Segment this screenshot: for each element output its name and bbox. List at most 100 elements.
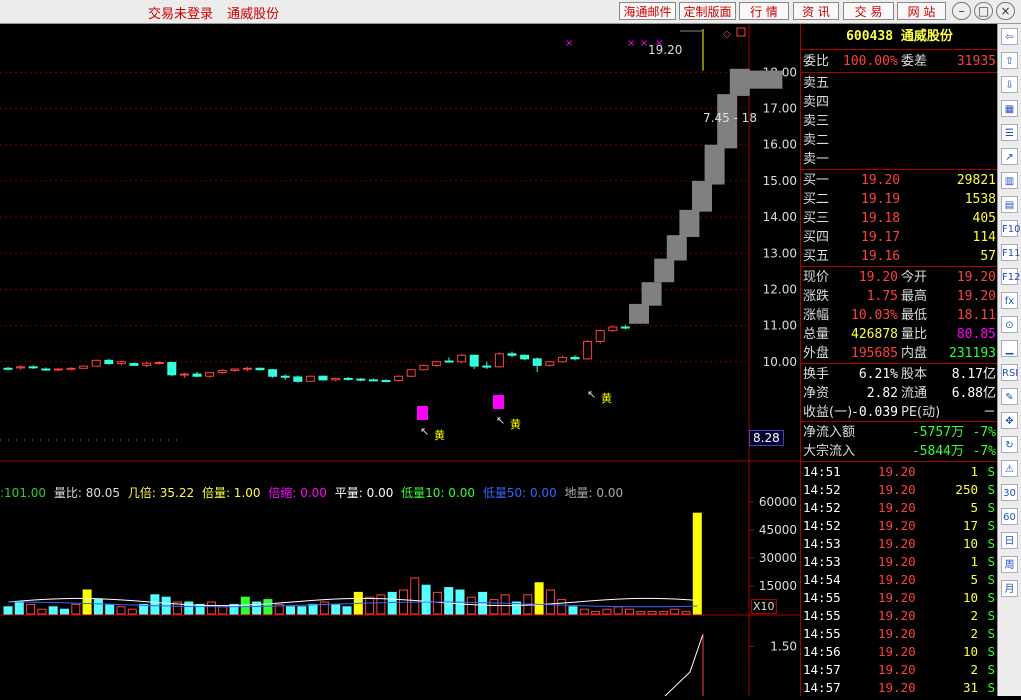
fundamental-label: 流通 — [901, 384, 927, 403]
sell-label: 卖四 — [803, 93, 829, 112]
day-icon[interactable]: 日 — [1001, 532, 1018, 549]
ind-value-6: 低量10: 0.00 — [401, 486, 475, 500]
search-icon[interactable]: ⊙ — [1001, 316, 1018, 333]
chart-icon[interactable]: ▁ — [1001, 340, 1018, 357]
fx-icon[interactable]: fx — [1001, 292, 1018, 309]
price-tick-label: 17.00 — [763, 102, 797, 116]
f11-icon[interactable]: F11 — [1001, 244, 1018, 261]
signal-label: 黄 — [601, 391, 612, 405]
candle-body — [596, 331, 604, 342]
market-button[interactable]: 行 情 — [739, 2, 789, 20]
fundamental-label: 收益(一) — [803, 403, 852, 422]
stat-label: 总量 — [803, 325, 829, 344]
restore-icon[interactable]: □ — [974, 2, 993, 20]
month-icon[interactable]: 月 — [1001, 580, 1018, 597]
tick-time: 14:54 — [803, 571, 841, 589]
price-tick-label: 14.00 — [763, 210, 797, 224]
grid-icon[interactable]: ▦ — [1001, 100, 1018, 117]
volume-bar — [320, 602, 328, 614]
tick-side: S — [987, 571, 995, 589]
tick-row: 14:5719.202S — [801, 661, 998, 679]
volume-bar — [659, 612, 667, 614]
tick-row: 14:5519.202S — [801, 607, 998, 625]
buy-row: 买四19.17114 — [801, 228, 998, 247]
warn-icon[interactable]: ⚠ — [1001, 460, 1018, 477]
back-icon[interactable]: ⇦ — [1001, 28, 1018, 45]
website-button[interactable]: 网 站 — [897, 2, 946, 20]
ind-value-4: 倍缩: 0.00 — [268, 486, 327, 500]
move-icon[interactable]: ✥ — [1001, 412, 1018, 429]
down-icon[interactable]: ⇩ — [1001, 76, 1018, 93]
candle-body — [306, 376, 314, 381]
candle-body — [357, 379, 365, 380]
price-tick-label: 12.00 — [763, 282, 797, 296]
list-icon[interactable]: ☰ — [1001, 124, 1018, 141]
trend-icon[interactable]: ↗ — [1001, 148, 1018, 165]
custom-layout-button[interactable]: 定制版面 — [679, 2, 736, 20]
ind-value-3: 倍量: 1.00 — [202, 486, 261, 500]
buy-price: 19.20 — [861, 171, 900, 190]
news-button[interactable]: 资 讯 — [793, 2, 839, 20]
sell-label: 卖五 — [803, 74, 829, 93]
tick-volume: 2 — [970, 625, 978, 643]
rsi-icon[interactable]: RSI — [1001, 364, 1018, 381]
minimize-icon[interactable]: – — [952, 2, 971, 20]
stat-value: 231193 — [949, 344, 996, 363]
f10-icon[interactable]: F10 — [1001, 220, 1018, 237]
num30[interactable]: 30 — [1001, 484, 1018, 501]
volume-bar — [411, 578, 419, 614]
kline-icon[interactable]: ▥ — [1001, 172, 1018, 189]
stat-label: 最低 — [901, 306, 927, 325]
signal-block — [493, 395, 504, 409]
flow-value: -5757万 — [912, 423, 964, 442]
volume-bar — [298, 607, 306, 614]
week-icon[interactable]: 周 — [1001, 556, 1018, 573]
kline-chart-area[interactable]: 18.0017.0016.0015.0014.0013.0012.0011.00… — [0, 24, 800, 696]
volume-bar — [38, 609, 46, 614]
volume-bar — [151, 595, 159, 614]
flow-pct: -7% — [973, 442, 996, 461]
stat-label: 涨跌 — [803, 287, 829, 306]
tick-side: S — [987, 625, 995, 643]
num60[interactable]: 60 — [1001, 508, 1018, 525]
flow-label: 净流入额 — [803, 423, 855, 442]
candle-body — [231, 369, 239, 370]
report-icon[interactable]: ▤ — [1001, 196, 1018, 213]
flow-pct: -7% — [973, 423, 996, 442]
refresh-icon[interactable]: ↻ — [1001, 436, 1018, 453]
volume-bar — [106, 604, 114, 614]
stat-value: 1.75 — [867, 287, 898, 306]
fundamental-value: 2.82 — [867, 384, 898, 403]
trade-button[interactable]: 交 易 — [843, 2, 894, 20]
up-icon[interactable]: ⇧ — [1001, 52, 1018, 69]
fundamental-row: 换手6.21%股本8.17亿 — [801, 365, 998, 384]
volume-bar — [592, 612, 600, 614]
tick-side: S — [987, 679, 995, 697]
tick-volume: 10 — [963, 643, 978, 661]
mail-button[interactable]: 海通邮件 — [619, 2, 676, 20]
close-icon[interactable]: × — [996, 2, 1015, 20]
stat-value: 19.20 — [957, 268, 996, 287]
kline-chart-svg[interactable]: 18.0017.0016.0015.0014.0013.0012.0011.00… — [0, 24, 800, 696]
stat-row: 总量426878量比80.85 — [801, 325, 998, 344]
tick-time: 14:56 — [803, 643, 841, 661]
fundamental-label: PE(动) — [901, 403, 940, 422]
signal-arrow: ↖ — [420, 425, 429, 438]
stat-value: 426878 — [851, 325, 898, 344]
pen-icon[interactable]: ✎ — [1001, 388, 1018, 405]
tick-row: 14:5219.20250S — [801, 481, 998, 499]
tick-side: S — [987, 463, 995, 481]
tick-volume: 2 — [970, 661, 978, 679]
tick-price: 19.20 — [878, 535, 916, 553]
indicator-line — [665, 634, 703, 696]
candle-body — [395, 376, 403, 380]
candle-body — [143, 363, 151, 365]
tick-price: 19.20 — [878, 571, 916, 589]
volume-tick-label: 30000 — [759, 551, 797, 565]
volume-bar — [671, 609, 679, 614]
ind-value-5: 平量: 0.00 — [335, 486, 394, 500]
price-tick-label: 16.00 — [763, 138, 797, 152]
tick-side: S — [987, 535, 995, 553]
stat-label: 现价 — [803, 268, 829, 287]
f12-icon[interactable]: F12 — [1001, 268, 1018, 285]
